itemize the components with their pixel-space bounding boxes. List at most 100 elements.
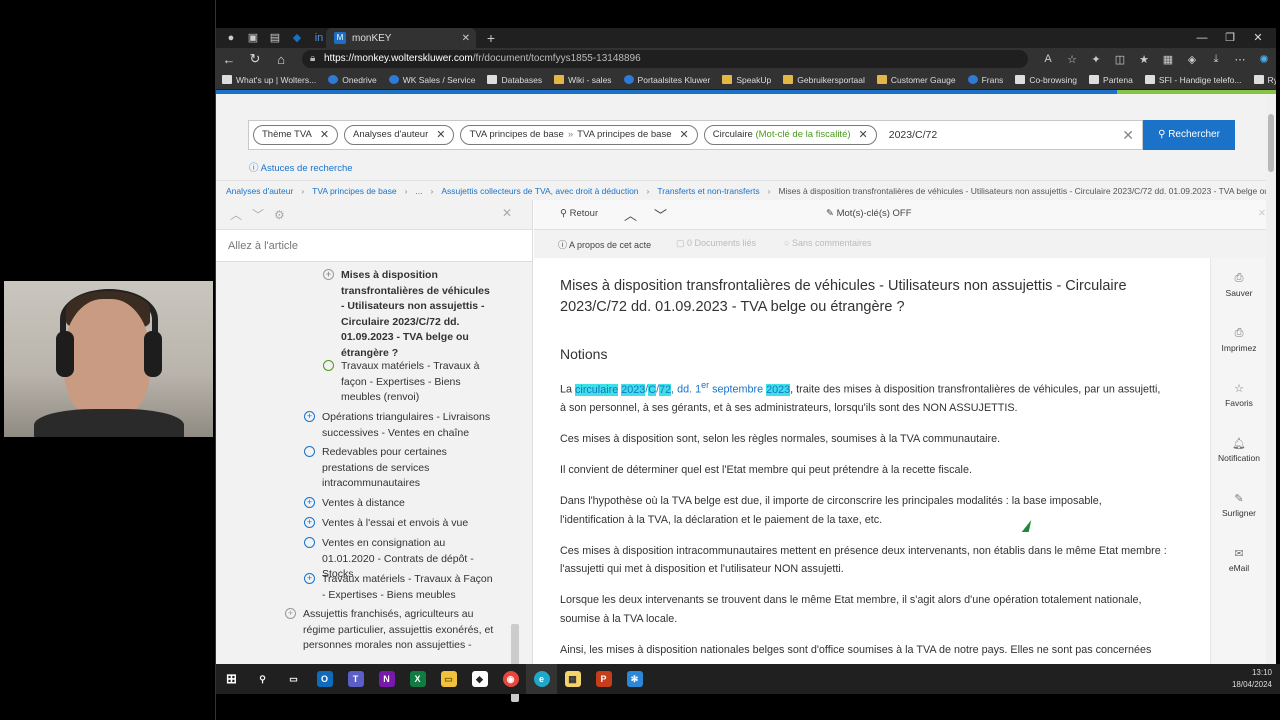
minimize-icon[interactable]: — [1188, 28, 1216, 48]
workspaces-icon[interactable]: ▣ [246, 31, 260, 45]
linkedin-tab-icon[interactable]: in [312, 31, 326, 45]
highlight-c[interactable]: C [648, 383, 657, 396]
rail-highlight-button[interactable]: ✎ Surligner [1211, 492, 1267, 518]
bookmark-item[interactable]: Rydoo [1253, 75, 1276, 85]
back-button[interactable]: ⚲ Retour [560, 208, 598, 219]
chip-theme[interactable]: Thème TVA ✕ [253, 125, 339, 145]
highlight-72[interactable]: 72 [659, 383, 672, 396]
url-field[interactable]: 🔒︎ https://monkey.wolterskluwer.com/fr/d… [302, 50, 1028, 68]
rail-email-button[interactable]: ✉ eMail [1211, 547, 1267, 573]
copilot-icon[interactable]: ✺ [1252, 53, 1276, 66]
expand-icon[interactable]: + [323, 269, 334, 280]
downloads-icon[interactable]: ⤓ [1204, 53, 1228, 66]
rail-print-button[interactable]: ⎙ Imprimez [1211, 327, 1267, 353]
chip-remove-icon[interactable]: ✕ [320, 126, 329, 144]
leaf-icon[interactable] [323, 360, 334, 371]
rail-save-button[interactable]: ⎙ Sauver [1211, 272, 1267, 298]
keywords-toggle[interactable]: ✎ Mot(s)-clé(s) OFF [826, 208, 912, 219]
profile-icon[interactable]: ● [224, 31, 238, 45]
bookmark-item[interactable]: Co-browsing [1015, 75, 1077, 85]
home-icon[interactable]: ⌂ [268, 52, 294, 67]
breadcrumb-link[interactable]: TVA principes de base [312, 186, 396, 196]
vpn-icon[interactable]: ◈ [1180, 53, 1204, 66]
page-scrollbar[interactable] [1266, 94, 1276, 664]
rail-notification-button[interactable]: 🔔︎ Notification [1211, 437, 1267, 463]
toc-item[interactable]: + Travaux matériels - Travaux à Façon - E… [304, 572, 497, 603]
close-tab-icon[interactable]: ✕ [462, 33, 470, 44]
favorite-star-icon[interactable]: ☆ [1060, 53, 1084, 66]
excel-icon[interactable]: X [402, 664, 433, 694]
calendar-icon[interactable]: ▦ [557, 664, 588, 694]
toc-item[interactable]: + Assujettis franchisés, agriculteurs au … [285, 607, 499, 654]
chrome-icon[interactable]: ◉ [495, 664, 526, 694]
clear-search-icon[interactable]: ✕ [1122, 127, 1134, 144]
app-icon[interactable]: ◆ [464, 664, 495, 694]
bookmark-item[interactable]: Onedrive [328, 75, 377, 85]
bookmark-item[interactable]: Frans [967, 75, 1003, 85]
tab-monkey[interactable]: M monKEY ✕ [326, 28, 476, 48]
bookmark-item[interactable]: What's up | Wolters... [222, 75, 316, 85]
toc-item[interactable]: Redevables pour certaines prestations de… [304, 445, 492, 492]
chip-analyses[interactable]: Analyses d'auteur ✕ [344, 125, 455, 145]
edge-icon[interactable]: e [526, 664, 557, 694]
toc-down-icon[interactable]: ﹀ [252, 206, 264, 223]
toc-settings-icon[interactable]: ⚙ [274, 208, 285, 222]
breadcrumb-link[interactable]: Assujettis collecteurs de TVA, avec droi… [441, 186, 638, 196]
bookmark-item[interactable]: Customer Gauge [876, 75, 956, 85]
expand-icon[interactable]: + [285, 608, 296, 619]
previous-hit-icon[interactable]: ︿ [624, 205, 637, 224]
goto-article-input[interactable]: Allez à l'article [216, 230, 532, 262]
search-box[interactable]: Thème TVA ✕ Analyses d'auteur ✕ TVA princi… [248, 120, 1143, 150]
start-icon[interactable]: ⊞ [216, 664, 247, 694]
file-explorer-icon[interactable]: ▭ [433, 664, 464, 694]
toc-up-icon[interactable]: ︿ [230, 206, 242, 223]
teams-icon[interactable]: T [340, 664, 371, 694]
linked-docs-link[interactable]: ▢ 0 Documents liés [676, 238, 756, 249]
bookmark-item[interactable]: Portaalsites Kluwer [623, 75, 710, 85]
bookmark-item[interactable]: WK Sales / Service [388, 75, 475, 85]
refresh-icon[interactable]: ↻ [242, 51, 268, 67]
expand-icon[interactable]: + [304, 517, 315, 528]
chip-remove-icon[interactable]: ✕ [680, 126, 689, 144]
split-screen-icon[interactable]: ◫ [1108, 53, 1132, 66]
collections-icon[interactable]: ▦ [1156, 53, 1180, 66]
bookmark-item[interactable]: Partena [1089, 75, 1133, 85]
bookmark-item[interactable]: Gebruikersportaal [783, 75, 865, 85]
bookmark-item[interactable]: SpeakUp [722, 75, 771, 85]
toc-close-icon[interactable]: ✕ [502, 206, 512, 220]
highlight-year-2[interactable]: 2023 [766, 383, 791, 396]
outlook-icon[interactable]: O [309, 664, 340, 694]
snowflake-app-icon[interactable]: ✻ [619, 664, 650, 694]
favorites-icon[interactable]: ★ [1132, 53, 1156, 66]
breadcrumb-link[interactable]: Analyses d'auteur [226, 186, 293, 196]
highlight-circulaire[interactable]: circulaire [575, 383, 619, 396]
toc-item[interactable]: + Ventes à distance [304, 496, 492, 512]
expand-icon[interactable]: + [304, 411, 315, 422]
rail-favorites-button[interactable]: ☆ Favoris [1211, 382, 1267, 408]
highlight-year[interactable]: 2023 [621, 383, 646, 396]
bookmark-item[interactable]: SFI - Handige telefo... [1144, 75, 1242, 85]
system-clock[interactable]: 13:10 18/04/2024 [1232, 667, 1272, 691]
chip-remove-icon[interactable]: ✕ [436, 126, 445, 144]
extensions-icon[interactable]: ✦ [1084, 53, 1108, 66]
comments-link[interactable]: ○ Sans commentaires [784, 238, 871, 248]
expand-icon[interactable]: + [304, 573, 315, 584]
about-act-link[interactable]: ⓘ A propos de cet acte [558, 238, 651, 251]
new-tab-icon[interactable]: + [484, 31, 498, 45]
close-window-icon[interactable]: ✕ [1244, 28, 1272, 48]
onenote-icon[interactable]: N [371, 664, 402, 694]
toc-item[interactable]: + Ventes à l'essai et envois à vue [304, 516, 492, 532]
expand-icon[interactable]: + [304, 497, 315, 508]
bookmark-item[interactable]: Wiki - sales [554, 75, 612, 85]
pinned-tab-icon[interactable]: ◆ [290, 31, 304, 45]
powerpoint-icon[interactable]: P [588, 664, 619, 694]
restore-icon[interactable]: ❐ [1216, 28, 1244, 48]
toc-item[interactable]: + Mises à disposition transfrontalières d… [323, 268, 491, 361]
toc-item[interactable]: + Opérations triangulaires - Livraisons s… [304, 410, 492, 441]
taskbar-search-icon[interactable]: ⚲ [247, 664, 278, 694]
leaf-icon[interactable] [304, 446, 315, 457]
next-hit-icon[interactable]: ﹀ [654, 205, 667, 224]
back-icon[interactable]: ← [216, 52, 242, 67]
search-button[interactable]: ⚲ Rechercher [1143, 120, 1235, 150]
chip-circulaire[interactable]: Circulaire (Mot-clé de la fiscalité) ✕ [703, 125, 877, 145]
